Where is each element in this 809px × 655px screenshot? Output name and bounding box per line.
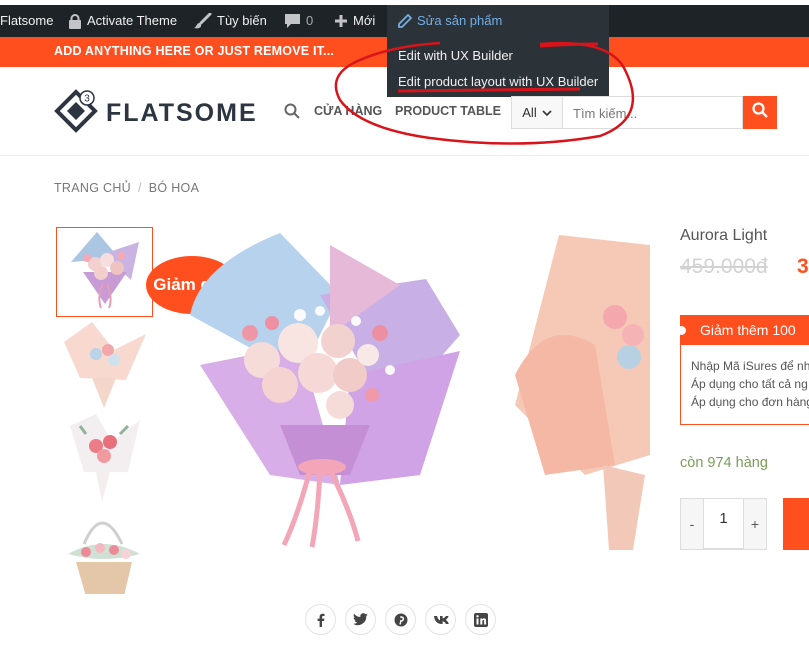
edit-with-ux-builder-item[interactable]: Edit with UX Builder: [398, 43, 513, 69]
logo-text: FLATSOME: [106, 99, 258, 127]
comment-icon: [284, 13, 301, 29]
stock-status: còn 974 hàng: [680, 455, 768, 471]
paintbrush-icon: [194, 13, 212, 29]
coupon-title: Giảm thêm 100: [700, 322, 796, 338]
product-title: Aurora Light: [680, 227, 768, 244]
activate-theme-link[interactable]: Activate Theme: [68, 5, 177, 37]
linkedin-icon[interactable]: [465, 604, 496, 635]
search-icon: [752, 102, 768, 123]
customize-label: Tùy biến: [217, 13, 267, 28]
gallery-thumbnail[interactable]: [56, 504, 153, 594]
customize-link[interactable]: Tùy biến: [194, 5, 267, 37]
edit-product-label: Sửa sản phẩm: [417, 13, 503, 28]
edit-product-dropdown: Edit with UX Builder Edit product layout…: [387, 37, 609, 97]
facebook-icon[interactable]: [305, 604, 336, 635]
sale-price: 3: [797, 255, 809, 278]
breadcrumb-category[interactable]: BÓ HOA: [149, 181, 199, 195]
coupon-line: Áp dụng cho tất cả ng: [691, 377, 808, 391]
twitter-icon[interactable]: [345, 604, 376, 635]
vk-icon[interactable]: [425, 604, 456, 635]
quantity-minus-button[interactable]: -: [681, 499, 703, 549]
breadcrumb: TRANG CHỦ / BÓ HOA: [54, 181, 199, 195]
pencil-icon: [397, 13, 412, 29]
plus-icon: [334, 14, 348, 28]
logo-badge: 3: [84, 94, 90, 105]
site-name-link[interactable]: Flatsome: [0, 5, 53, 37]
lock-icon: [68, 13, 82, 29]
coupon-header: Giảm thêm 100: [677, 316, 809, 345]
search-icon[interactable]: [284, 103, 300, 124]
gallery-thumbnail[interactable]: [56, 320, 153, 410]
comments-link[interactable]: 0: [284, 5, 313, 37]
product-main-image[interactable]: [180, 225, 470, 555]
nav-item-shop[interactable]: CỬA HÀNG: [314, 104, 382, 118]
activate-theme-label: Activate Theme: [87, 13, 178, 28]
chevron-down-icon: [542, 105, 552, 120]
wp-admin-bar: Flatsome Activate Theme Tùy biến 0 Mới S…: [0, 5, 809, 37]
gallery-thumbnail[interactable]: [56, 227, 153, 317]
search-button[interactable]: [743, 96, 777, 129]
logo-mark-icon: 3: [54, 89, 98, 138]
pinterest-icon[interactable]: [385, 604, 416, 635]
promo-bar-text: ADD ANYTHING HERE OR JUST REMOVE IT...: [54, 44, 335, 58]
edit-product-layout-item[interactable]: Edit product layout with UX Builder: [398, 69, 598, 95]
regular-price: 459.000đ: [680, 255, 768, 278]
header-divider: [0, 155, 809, 156]
edit-product-link[interactable]: Sửa sản phẩm: [387, 5, 609, 37]
coupon-dot: [677, 326, 686, 335]
product-next-image[interactable]: [505, 225, 650, 555]
site-name-label: Flatsome: [0, 13, 54, 28]
search-category-select[interactable]: All: [511, 96, 563, 129]
breadcrumb-separator: /: [138, 181, 142, 195]
comments-count: 0: [306, 13, 314, 28]
coupon-line: Nhập Mã iSures để nh: [691, 359, 809, 373]
nav-item-product-table[interactable]: PRODUCT TABLE: [395, 104, 501, 118]
gallery-thumbnail[interactable]: [56, 412, 153, 502]
new-label: Mới: [353, 13, 376, 28]
breadcrumb-home[interactable]: TRANG CHỦ: [54, 181, 131, 195]
new-content-link[interactable]: Mới: [334, 5, 375, 37]
search-category-value: All: [522, 105, 537, 120]
quantity-plus-button[interactable]: +: [744, 499, 766, 549]
site-logo[interactable]: 3 FLATSOME: [54, 89, 258, 138]
quantity-stepper: - 1 +: [680, 498, 767, 550]
add-to-cart-button[interactable]: [783, 498, 809, 550]
search-input[interactable]: Tìm kiếm...: [563, 96, 743, 129]
coupon-box: Giảm thêm 100 Nhập Mã iSures để nh Áp dụ…: [677, 315, 809, 425]
quantity-input[interactable]: 1: [703, 499, 744, 549]
coupon-line: Áp dụng cho đơn hàng: [691, 395, 809, 409]
